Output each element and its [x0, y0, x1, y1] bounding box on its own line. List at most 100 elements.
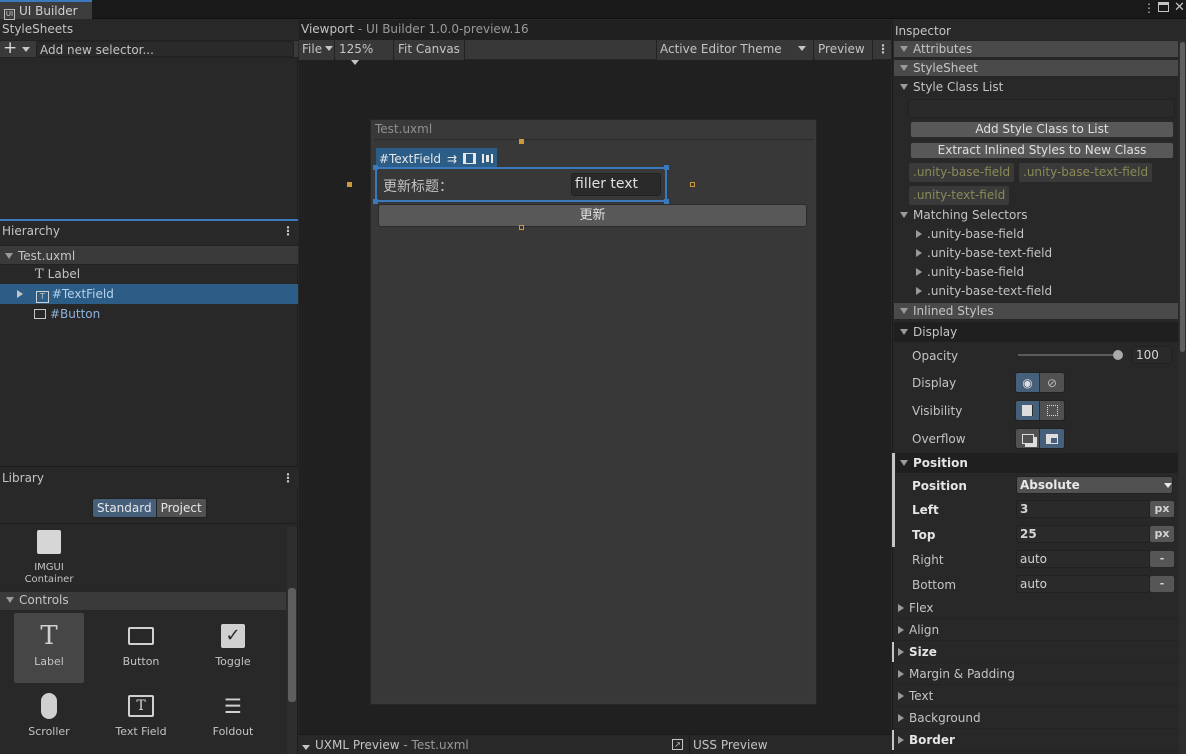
theme-dropdown[interactable]: Active Editor Theme	[656, 40, 814, 60]
position-section[interactable]: Position	[896, 453, 1178, 473]
class-pill[interactable]: .unity-base-field	[909, 163, 1015, 182]
collapse-arrow-icon[interactable]	[898, 670, 904, 678]
left-input[interactable]: 3	[1016, 500, 1150, 518]
ui-builder-tab[interactable]: UI UI Builder	[0, 0, 92, 20]
attributes-section[interactable]: Attributes	[894, 40, 1178, 58]
corner-handle[interactable]	[664, 165, 669, 170]
matching-selectors-header[interactable]: Matching Selectors	[900, 208, 1028, 222]
library-menu-icon[interactable]: ⋮	[282, 471, 294, 485]
selector-input[interactable]: Add new selector...	[36, 41, 294, 57]
viewport-menu-icon[interactable]: ⋮	[877, 42, 889, 56]
library-item-scroller[interactable]: Scroller	[14, 683, 84, 753]
preview-toggle[interactable]: Preview	[815, 40, 873, 60]
corner-handle[interactable]	[373, 165, 378, 170]
right-input[interactable]: auto	[1016, 550, 1150, 568]
size-section[interactable]: Size	[894, 641, 1178, 663]
selected-element-header[interactable]: #TextField ⇉	[376, 148, 498, 167]
hidden-square-icon[interactable]	[1040, 401, 1064, 420]
visible-square-icon[interactable]	[1016, 401, 1040, 420]
uxml-preview-title[interactable]: UXML Preview - Test.uxml	[302, 738, 469, 752]
display-section[interactable]: Display	[894, 322, 1178, 342]
collapse-arrow-icon[interactable]	[898, 714, 904, 722]
corner-handle[interactable]	[664, 199, 669, 204]
library-tab-standard[interactable]: Standard	[93, 499, 157, 517]
expand-arrow-icon[interactable]	[900, 46, 908, 52]
style-class-list-header[interactable]: Style Class List	[900, 80, 1003, 94]
matching-selector-item[interactable]: .unity-base-field	[916, 265, 1024, 279]
library-item-toggle[interactable]: ✓ Toggle	[198, 613, 268, 683]
expand-arrow-icon[interactable]	[900, 329, 908, 335]
hierarchy-row-textfield[interactable]: T #TextField	[0, 284, 298, 304]
collapse-arrow-icon[interactable]	[916, 230, 922, 238]
bottom-input[interactable]: auto	[1016, 575, 1150, 593]
library-item-text-field[interactable]: T Text Field	[106, 683, 176, 753]
collapse-arrow-icon[interactable]	[916, 287, 922, 295]
top-unit-dropdown[interactable]: px	[1150, 526, 1174, 542]
expand-arrow-icon[interactable]	[900, 84, 908, 90]
collapse-arrow-icon[interactable]	[916, 268, 922, 276]
library-tab-project[interactable]: Project	[156, 499, 206, 517]
imgui-container-icon[interactable]	[37, 530, 61, 554]
maximize-icon[interactable]	[1158, 2, 1169, 12]
expand-arrow-icon[interactable]	[900, 65, 908, 71]
open-external-icon[interactable]: ↗	[672, 739, 683, 750]
uss-preview-title[interactable]: USS Preview	[693, 738, 768, 752]
style-class-input[interactable]	[908, 99, 1175, 118]
matching-selector-item[interactable]: .unity-base-text-field	[916, 246, 1052, 260]
corner-handle[interactable]	[373, 199, 378, 204]
expand-arrow-icon[interactable]	[5, 253, 13, 259]
hierarchy-row-label[interactable]: T Label	[0, 264, 298, 284]
display-flex-eye-icon[interactable]: ◉	[1016, 373, 1040, 392]
collapse-arrow-icon[interactable]	[898, 626, 904, 634]
hierarchy-row-root[interactable]: Test.uxml	[0, 245, 298, 265]
collapse-arrow-icon[interactable]	[898, 604, 904, 612]
overflow-visible-icon[interactable]	[1016, 429, 1040, 448]
stylesheet-section[interactable]: StyleSheet	[894, 59, 1178, 77]
expand-arrow-icon[interactable]	[6, 597, 14, 603]
expand-arrow-icon[interactable]	[900, 212, 908, 218]
left-unit-dropdown[interactable]: px	[1150, 501, 1174, 517]
library-item-label[interactable]: T Label	[14, 613, 84, 683]
flex-section[interactable]: Flex	[894, 597, 1178, 619]
close-icon[interactable]: ✕	[1174, 0, 1185, 15]
expand-arrow-icon[interactable]	[900, 460, 908, 466]
opacity-slider-thumb[interactable]	[1113, 350, 1123, 360]
class-pill[interactable]: .unity-text-field	[909, 186, 1010, 205]
background-section[interactable]: Background	[894, 707, 1178, 729]
canvas-textfield-input[interactable]: filler text	[571, 173, 661, 196]
extract-inlined-styles-button[interactable]: Extract Inlined Styles to New Class	[910, 142, 1174, 159]
resize-handle[interactable]	[519, 225, 524, 230]
opacity-input[interactable]: 100	[1132, 346, 1172, 364]
kebab-icon[interactable]: ⋮	[1143, 1, 1155, 15]
zoom-dropdown[interactable]: 125%	[336, 40, 394, 65]
inlined-styles-section[interactable]: Inlined Styles	[894, 302, 1178, 320]
collapse-arrow-icon[interactable]	[898, 692, 904, 700]
resize-handle[interactable]	[690, 182, 695, 187]
hierarchy-menu-icon[interactable]: ⋮	[282, 224, 294, 238]
resize-handle[interactable]	[347, 182, 352, 187]
margin-padding-section[interactable]: Margin & Padding	[894, 663, 1178, 685]
inspector-scrollbar-thumb[interactable]	[1180, 42, 1185, 352]
border-section[interactable]: Border	[894, 729, 1178, 751]
library-controls-header[interactable]: Controls	[0, 591, 286, 611]
add-stylesheet-button[interactable]: +	[3, 38, 17, 58]
collapse-arrow-icon[interactable]	[898, 648, 904, 656]
library-scrollbar[interactable]	[287, 527, 297, 754]
display-none-eye-icon[interactable]: ⊘	[1040, 373, 1064, 392]
overflow-hidden-icon[interactable]	[1040, 429, 1064, 448]
align-section[interactable]: Align	[894, 619, 1178, 641]
expand-arrow-icon[interactable]	[900, 308, 908, 314]
anchor-icon[interactable]: ⇉	[447, 152, 457, 166]
add-stylesheet-dropdown[interactable]	[19, 43, 30, 57]
inspector-scrollbar[interactable]	[1179, 40, 1186, 754]
matching-selector-item[interactable]: .unity-base-field	[916, 227, 1024, 241]
library-item-foldout[interactable]: ☰ Foldout	[198, 683, 268, 753]
canvas-update-button[interactable]: 更新	[378, 204, 807, 227]
hierarchy-row-button[interactable]: #Button	[0, 304, 298, 324]
add-style-class-button[interactable]: Add Style Class to List	[910, 121, 1174, 138]
library-item-button[interactable]: Button	[106, 613, 176, 683]
top-input[interactable]: 25	[1016, 525, 1150, 543]
opacity-slider-track[interactable]	[1018, 354, 1122, 356]
library-scrollbar-thumb[interactable]	[288, 588, 296, 702]
right-unit-dropdown[interactable]: -	[1150, 551, 1174, 567]
